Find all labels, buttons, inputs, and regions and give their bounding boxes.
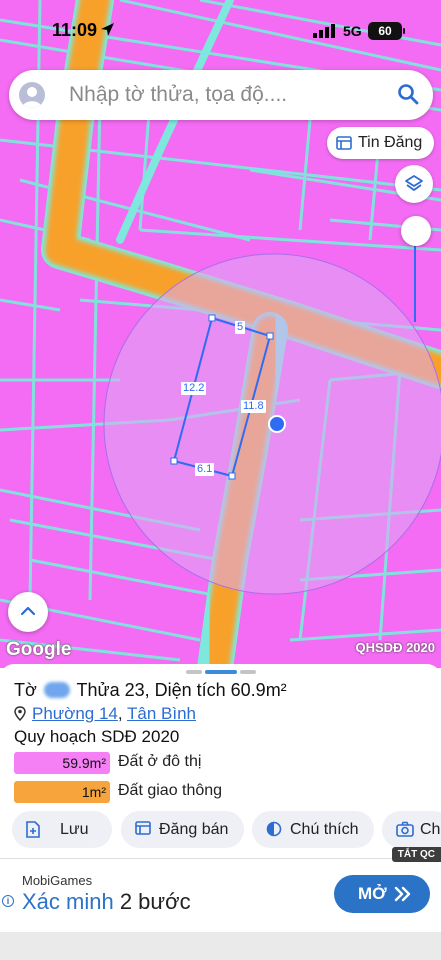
opacity-slider-knob[interactable] (401, 216, 431, 246)
legend-swatch: 59.9m² (14, 752, 110, 774)
network-type: 5G (343, 23, 362, 39)
ad-info-icon[interactable]: i (2, 895, 14, 907)
layers-icon (405, 175, 423, 191)
close-ad-button[interactable]: TẮT QC (391, 847, 441, 862)
redacted-sheet-number (43, 682, 70, 698)
save-doc-icon (26, 821, 40, 838)
to-prefix: Tờ (14, 680, 37, 700)
user-icon (22, 87, 42, 108)
dang-ban-label: Đăng bán (159, 821, 229, 838)
parcel-address: Phường 14, Tân Bình (14, 704, 196, 724)
parcel-info-sheet: Tờ Thửa 23, Diện tích 60.9m² Phường 14, … (0, 664, 441, 960)
parcel-number: Thửa 23 (76, 680, 145, 700)
tin-dang-label: Tin Đăng (358, 134, 423, 151)
ad-headline: Xác minh 2 bước (22, 889, 191, 915)
google-logo: Google (6, 639, 72, 660)
plan-title: Quy hoạch SDĐ 2020 (14, 727, 180, 746)
tin-dang-button[interactable]: Tin Đăng (327, 127, 434, 159)
camera-icon (396, 821, 414, 837)
ad-source: MobiGames (22, 873, 93, 888)
district-link[interactable]: Tân Bình (127, 704, 196, 723)
chu-thich-button[interactable]: Chú thích (252, 811, 374, 848)
listing-icon (135, 821, 151, 835)
ad-banner[interactable]: TẮT QC i MobiGames Xác minh 2 bước MỞ (0, 847, 441, 932)
layers-button[interactable] (395, 165, 433, 203)
chu-thich-label: Chú thích (290, 821, 359, 838)
map-layer-label: QHSDĐ 2020 (355, 640, 435, 655)
cellular-signal-icon (313, 24, 335, 38)
edge-length-label: 11.8 (241, 400, 266, 413)
location-pin-icon (14, 706, 26, 722)
status-time: 11:09 (52, 20, 98, 40)
ad-open-button[interactable]: MỞ (334, 875, 430, 913)
save-label: Lưu (60, 821, 89, 838)
search-icon[interactable] (397, 83, 419, 105)
current-location-dot (268, 415, 286, 433)
edge-length-label: 6.1 (195, 463, 215, 476)
legend-label: Đất giao thông (118, 782, 223, 799)
chevron-up-icon (20, 606, 36, 616)
ad-headline-rest: 2 bước (113, 889, 191, 914)
ward-link[interactable]: Phường 14 (32, 704, 118, 723)
parcel-area: Diện tích 60.9m² (154, 680, 287, 700)
save-button[interactable]: Lưu (12, 811, 112, 848)
status-bar: 11:09 5G 60 (0, 0, 441, 64)
contrast-icon (266, 821, 282, 837)
ad-open-label: MỞ (358, 884, 387, 903)
location-arrow-icon (101, 23, 114, 36)
avatar[interactable] (19, 82, 45, 108)
map-view[interactable]: 5 12.2 11.8 6.1 11:09 5G 60 Nhập tờ thửa… (0, 0, 441, 668)
dang-ban-button[interactable]: Đăng bán (121, 811, 244, 848)
action-bar: Lưu Đăng bán Chú thích Ch (0, 811, 441, 849)
edge-length-label: 12.2 (181, 382, 207, 395)
double-chevron-right-icon (394, 886, 411, 902)
app-screen: 5 12.2 11.8 6.1 11:09 5G 60 Nhập tờ thửa… (0, 0, 441, 960)
ad-headline-highlight: Xác minh (22, 889, 114, 914)
parcel-title: Tờ Thửa 23, Diện tích 60.9m² (14, 680, 287, 700)
legend-swatch: 1m² (14, 781, 110, 803)
edge-length-label: 5 (235, 321, 246, 334)
listing-icon (336, 136, 352, 150)
more-action-button[interactable]: Ch (382, 811, 441, 848)
bottom-strip (0, 932, 441, 960)
expand-up-button[interactable] (8, 592, 48, 632)
more-action-label: Ch (420, 821, 441, 838)
search-input[interactable]: Nhập tờ thửa, tọa độ.... (69, 83, 287, 107)
search-bar[interactable]: Nhập tờ thửa, tọa độ.... (9, 70, 433, 120)
legend-label: Đất ở đô thị (118, 753, 202, 770)
battery-icon: 60 (368, 22, 405, 40)
